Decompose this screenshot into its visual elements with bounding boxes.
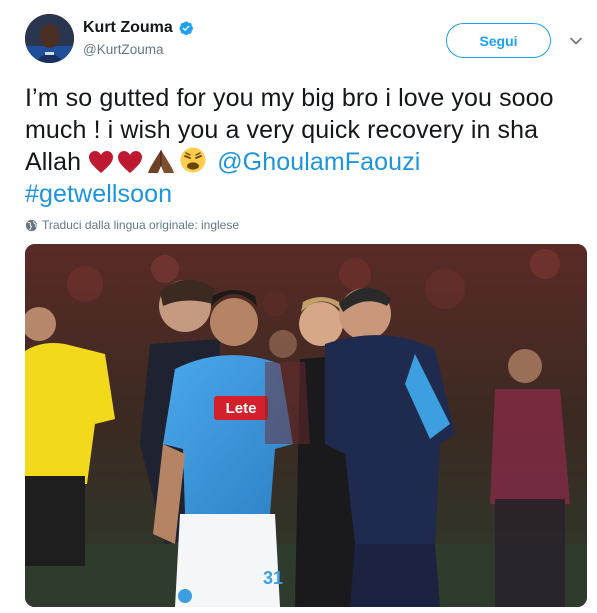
red-heart-icon [89,151,114,173]
display-name[interactable]: Kurt Zouma [83,19,173,37]
follow-button[interactable]: Segui [446,23,551,58]
user-handle[interactable]: @KurtZouma [83,42,163,57]
shirt-number: 31 [263,568,283,588]
avatar-photo [25,14,74,63]
globe-icon [25,219,38,231]
avatar[interactable] [25,14,74,63]
shirt-sponsor: Lete [226,400,257,417]
weary-face-icon [180,147,206,173]
tweet-text: I’m so gutted for you my big bro i love … [25,82,585,210]
display-name-row[interactable]: Kurt Zouma [83,19,194,37]
tweet-media-photo[interactable]: Lete 31 [25,244,587,607]
translate-label[interactable]: Traduci dalla lingua originale: inglese [42,218,239,232]
hashtag-link[interactable]: #getwellsoon [25,180,172,208]
football-sideline-photo: Lete 31 [25,244,587,607]
translate-link[interactable]: Traduci dalla lingua originale: inglese [25,218,239,232]
red-heart-icon [118,151,143,173]
mention-link[interactable]: @GhoulamFaouzi [217,148,420,176]
chevron-down-icon[interactable] [569,34,583,48]
verified-badge-icon [179,21,193,36]
folded-hands-icon [148,150,175,173]
